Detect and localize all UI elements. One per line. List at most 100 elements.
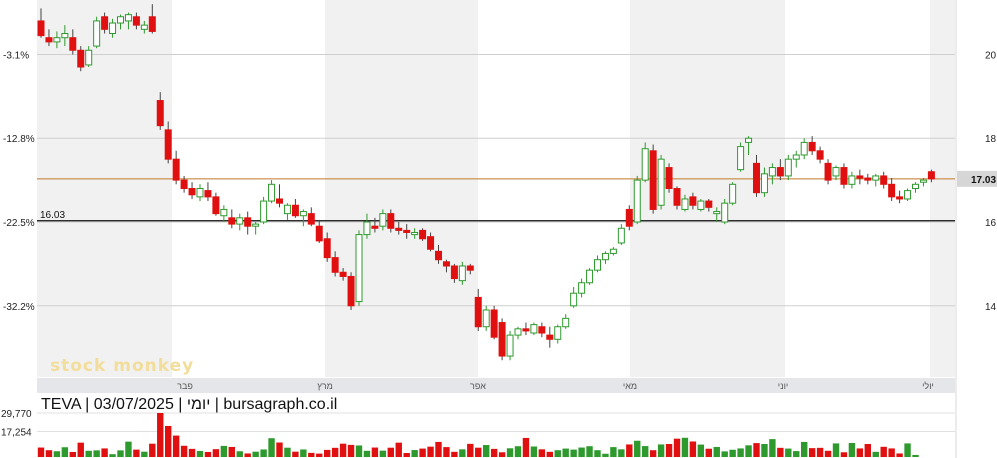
candle-body (776, 167, 784, 177)
candle (697, 198, 705, 212)
right-axis-tick: 16 (985, 218, 997, 229)
volume-bar (53, 451, 61, 457)
candle-body (101, 16, 109, 30)
candle (586, 268, 594, 285)
candle-body (427, 236, 435, 250)
candle-body (435, 250, 442, 261)
candle (808, 136, 816, 155)
candle-body (411, 231, 419, 236)
volume-bar (379, 450, 387, 457)
candle-body (554, 326, 562, 340)
candle-body (172, 158, 180, 181)
candle-body (466, 265, 474, 271)
volume-bar (785, 448, 792, 457)
volume-bar (705, 448, 712, 457)
volume-bar (276, 442, 283, 457)
candle (721, 198, 729, 225)
volume-bar (308, 452, 315, 457)
left-axis-tick: -32.2% (3, 302, 35, 313)
candle-body (403, 229, 411, 233)
watermark-logo: stock monkey (50, 356, 193, 376)
volume-bar (864, 443, 871, 457)
volume-bar (252, 451, 259, 457)
candle (299, 209, 307, 227)
volume-bar (626, 444, 633, 457)
candle (824, 159, 832, 185)
candle (570, 286, 578, 308)
volume-bar (498, 452, 506, 457)
candle-body (633, 179, 641, 223)
volume-bar (236, 451, 243, 457)
candle-body (792, 154, 800, 160)
candle (792, 150, 800, 168)
volume-bar (149, 443, 156, 457)
candle-body (260, 200, 268, 223)
month-label: מרץ (317, 381, 333, 391)
candle-body (768, 167, 776, 177)
volume-bar (578, 447, 585, 457)
candle (538, 322, 546, 338)
volume-bar (546, 451, 553, 457)
candle (276, 184, 283, 208)
candle-body (53, 37, 61, 43)
candle-body (124, 14, 132, 22)
candle-body (315, 225, 323, 242)
candle-body (93, 20, 101, 47)
candle-body (339, 271, 347, 277)
candle-body (904, 190, 912, 200)
volume-bar (832, 443, 840, 457)
candle-body (450, 265, 458, 280)
candle-body (824, 162, 832, 181)
candle-body (729, 183, 737, 204)
candle-body (578, 282, 586, 294)
candle (252, 222, 260, 235)
month-label: מאי (623, 381, 637, 391)
candle (896, 190, 904, 204)
candle (617, 224, 625, 246)
volume-bar (649, 450, 657, 457)
candle-body (132, 16, 140, 26)
volume-bar (316, 453, 323, 457)
candle (347, 272, 355, 310)
candle-body (617, 227, 625, 244)
volume-bar (880, 446, 887, 457)
candle-body (395, 227, 403, 231)
volume-bar (665, 443, 673, 457)
volume-bar (133, 449, 140, 457)
volume-bar (363, 450, 371, 457)
candle-body (880, 175, 888, 185)
candle (220, 205, 228, 223)
candle-body (276, 198, 283, 204)
month-band (37, 0, 172, 377)
volume-bar (300, 449, 307, 457)
candle (172, 150, 180, 185)
candle-body (196, 188, 204, 198)
volume-bar (419, 448, 426, 457)
volume-panel: 29,770 17,254 (1, 409, 955, 457)
volume-bar (673, 438, 681, 457)
candle (530, 322, 538, 336)
candle (315, 219, 323, 243)
volume-bar (467, 443, 474, 457)
volume-bar (435, 441, 442, 457)
candle (665, 163, 673, 193)
candle-body (268, 183, 276, 202)
volume-bar (180, 445, 188, 457)
candle-body (753, 162, 760, 194)
candle (506, 330, 514, 361)
candle-body (283, 204, 291, 215)
volume-tick: 29,770 (1, 409, 32, 420)
volume-bar (324, 449, 331, 457)
volume-bar (904, 443, 911, 457)
candle-body (832, 167, 840, 177)
candle-body (816, 150, 824, 160)
volume-bar (761, 443, 768, 457)
candle (562, 314, 570, 329)
candle-body (681, 198, 689, 210)
candle-body (888, 183, 896, 198)
volume-bar (793, 451, 800, 457)
volume-bar (642, 446, 649, 457)
candle-body (291, 204, 299, 217)
candle-body (228, 217, 236, 225)
candle-body (601, 252, 609, 261)
